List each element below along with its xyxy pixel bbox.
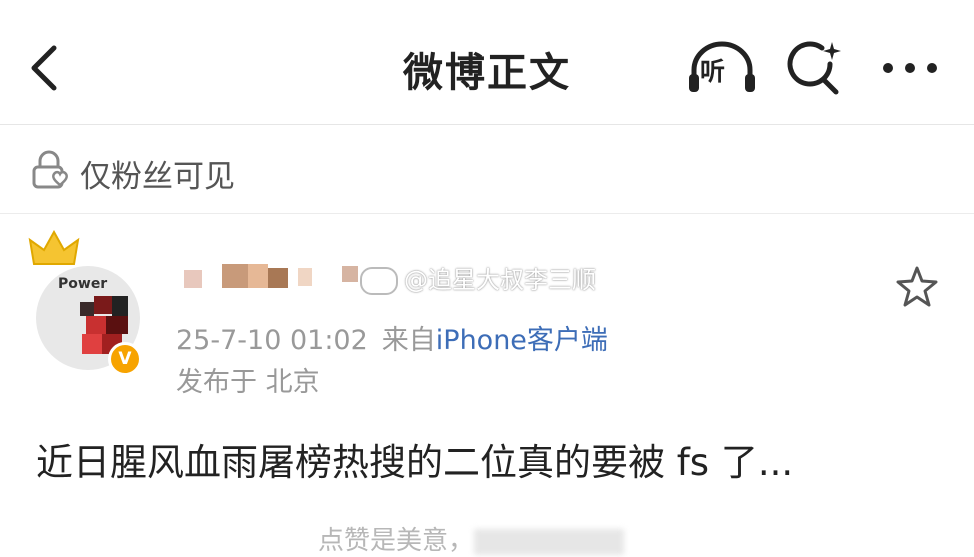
avatar-mosaic bbox=[86, 316, 106, 334]
redaction-block bbox=[248, 264, 268, 288]
top-navbar: 微博正文 听 bbox=[0, 0, 974, 125]
more-button[interactable] bbox=[878, 44, 942, 92]
verified-badge-icon: V bbox=[108, 342, 142, 376]
avatar-mosaic bbox=[94, 296, 112, 314]
visibility-label: 仅粉丝可见 bbox=[80, 159, 235, 195]
source-link[interactable]: iPhone客户端 bbox=[436, 325, 608, 356]
listen-label: 听 bbox=[700, 57, 726, 86]
crown-icon bbox=[28, 230, 80, 265]
avatar-mosaic bbox=[112, 296, 128, 316]
footer-text: 点赞是美意， bbox=[318, 526, 475, 556]
blurred-text bbox=[474, 528, 625, 555]
watermark: @追星大叔李三顺 bbox=[360, 260, 596, 295]
avatar-mosaic bbox=[82, 334, 102, 354]
source-prefix: 来自 bbox=[381, 325, 436, 356]
redaction-block bbox=[222, 264, 248, 288]
redaction-block bbox=[268, 268, 288, 288]
visibility-notice: 仅粉丝可见 bbox=[0, 125, 974, 214]
post-meta: 25-7-10 01:02 来自iPhone客户端 bbox=[176, 318, 608, 357]
redaction-block bbox=[298, 268, 312, 286]
listen-button[interactable]: 听 bbox=[686, 40, 758, 96]
favorite-button[interactable] bbox=[892, 262, 942, 312]
post-content: 近日腥风血雨屠榜热搜的二位真的要被 fs 了... bbox=[36, 441, 794, 484]
avatar-mosaic bbox=[80, 302, 94, 316]
redaction-block bbox=[342, 266, 358, 282]
watermark-text: @追星大叔李三顺 bbox=[404, 266, 596, 294]
avatar-mosaic bbox=[106, 316, 128, 334]
search-button[interactable] bbox=[786, 40, 846, 100]
search-sparkle-icon bbox=[787, 41, 841, 95]
post-timestamp: 25-7-10 01:02 bbox=[176, 325, 368, 356]
weibo-logo-icon bbox=[360, 267, 398, 295]
more-icon bbox=[883, 63, 937, 73]
lock-heart-icon bbox=[32, 150, 68, 189]
author-avatar[interactable]: Power V bbox=[28, 230, 160, 376]
post-location: 发布于 北京 bbox=[176, 367, 320, 398]
avatar-text: Power bbox=[58, 276, 108, 292]
redaction-block bbox=[184, 270, 202, 288]
post-card: Power V @追星大叔李三顺 25-7-10 01:02 来自iPhone客户… bbox=[0, 214, 974, 556]
post-footer: 点赞是美意， bbox=[318, 520, 625, 557]
star-icon bbox=[896, 266, 938, 307]
